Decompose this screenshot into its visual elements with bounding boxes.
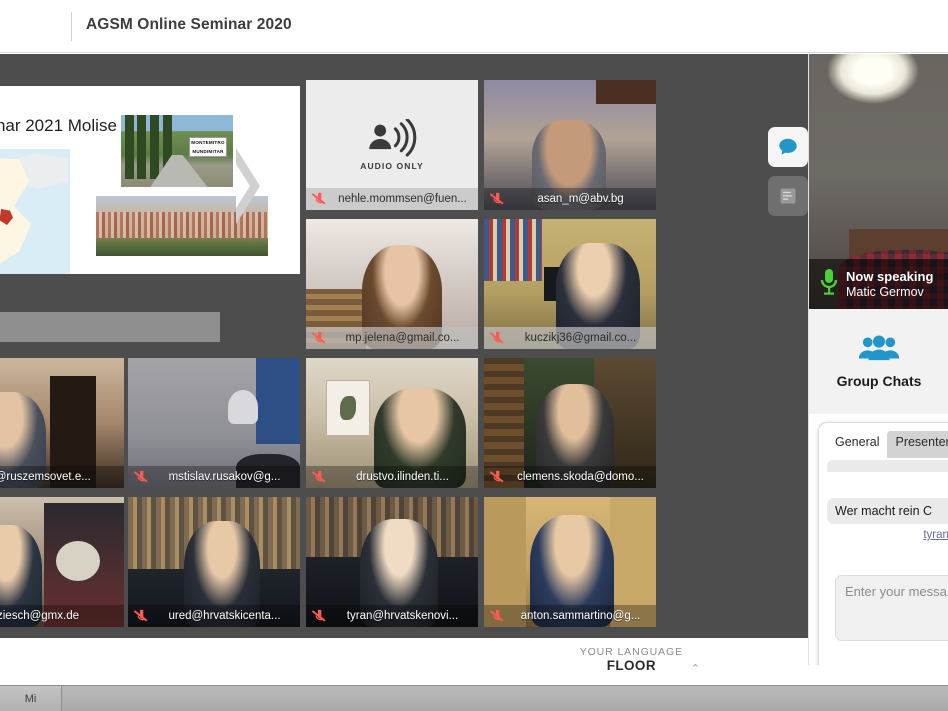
ceiling-lamp [827, 54, 919, 104]
mic-muted-icon [312, 331, 329, 346]
tile-name-label: tyran@hrvatskenovi... [346, 610, 459, 622]
participant-tile[interactable]: tyran@hrvatskenovi... [306, 497, 478, 627]
tile-namebar: mp.jelena@gmail.co... [306, 327, 478, 349]
page-title: AGSM Online Seminar 2020 [86, 16, 292, 33]
audio-only-label: AUDIO ONLY [360, 161, 424, 171]
chat-tabs: General Presenter [827, 431, 948, 458]
participant-tile[interactable]: mp.jelena@gmail.co... [306, 219, 478, 349]
chat-card: General Presenter tyr Wer macht rein C t… [818, 422, 948, 665]
participant-tile[interactable]: ured@hrvatskicenta... [128, 497, 300, 627]
tile-namebar: kuczikj36@gmail.co... [484, 327, 656, 349]
start-button[interactable]: Mi [0, 686, 62, 711]
mic-muted-icon [312, 470, 329, 485]
people-group-icon [858, 334, 900, 366]
group-chats-label: Group Chats [836, 372, 922, 389]
chevron-up-icon[interactable]: ⌃ [691, 662, 700, 675]
mic-muted-icon [134, 609, 151, 624]
group-chats-section[interactable]: Group Chats [809, 309, 948, 414]
active-speaker-video[interactable]: Now speaking Matic Germov [809, 54, 948, 309]
tile-name-label: clemens.skoda@domo... [517, 471, 644, 483]
tile-namebar: fo@ruszemsovet.e... [0, 466, 124, 488]
os-taskbar: Mi [0, 685, 948, 711]
participant-tile[interactable]: ziesch@gmx.de [0, 497, 124, 627]
language-caption: YOUR LANGUAGE [579, 646, 683, 658]
slide-title: minar 2021 Molise [0, 116, 117, 135]
now-speaking-text: Now speaking Matic Germov [846, 269, 948, 300]
conference-stage: minar 2021 Molise MONTEMITRO MUNDIMITAR [0, 54, 948, 638]
participant-tile[interactable]: AUDIO ONLY nehle.mommsen@fuen... [306, 80, 478, 210]
language-selector[interactable]: YOUR LANGUAGE FLOOR [580, 646, 683, 673]
shared-slide[interactable]: minar 2021 Molise MONTEMITRO MUNDIMITAR [0, 86, 300, 274]
slide-frame-block-bottom [0, 312, 220, 342]
tile-namebar: asan_m@abv.bg [484, 188, 656, 210]
app-root: AGSM Online Seminar 2020 minar 2021 Moli… [0, 0, 948, 711]
tile-name-label: ziesch@gmx.de [0, 610, 79, 622]
tile-name-label: ured@hrvatskicenta... [168, 610, 281, 622]
tile-namebar: drustvo.ilinden.ti... [306, 466, 478, 488]
mic-muted-icon [490, 609, 507, 624]
road-photo: MONTEMITRO MUNDIMITAR [121, 115, 233, 187]
tile-name-label: anton.sammartino@g... [520, 610, 641, 622]
now-speaking-label: Now speaking [846, 268, 934, 284]
tab-general[interactable]: General [827, 431, 888, 458]
tile-namebar: ured@hrvatskicenta... [128, 605, 300, 627]
tile-name-label: kuczikj36@gmail.co... [524, 332, 637, 344]
mic-muted-icon [134, 470, 151, 485]
tile-name-label: drustvo.ilinden.ti... [356, 471, 449, 483]
participant-tile[interactable]: kuczikj36@gmail.co... [484, 219, 656, 349]
audio-only-icon [369, 119, 417, 157]
town-sign: MONTEMITRO MUNDIMITAR [189, 137, 227, 157]
microphone-icon [819, 268, 839, 301]
now-speaking-name: Matic Germov [846, 284, 924, 299]
chat-sender[interactable]: tyr [827, 477, 948, 489]
right-sidebar: Now speaking Matic Germov Group Chats Ge… [808, 54, 948, 665]
tile-name-label: nehle.mommsen@fuen... [338, 193, 467, 205]
mic-muted-icon [490, 470, 507, 485]
floating-panel-buttons [768, 127, 808, 225]
language-bar: YOUR LANGUAGE FLOOR ⌃ [0, 638, 808, 684]
tile-namebar: tyran@hrvatskenovi... [306, 605, 478, 627]
tile-namebar: nehle.mommsen@fuen... [306, 188, 478, 210]
participant-tile[interactable]: asan_m@abv.bg [484, 80, 656, 210]
mic-muted-icon [312, 192, 329, 207]
chat-messages: tyr Wer macht rein C tyran@h [819, 458, 948, 541]
italy-map-image [0, 149, 70, 274]
notes-toggle-button[interactable] [768, 176, 808, 216]
tile-name-label: asan_m@abv.bg [537, 193, 624, 205]
tile-name-label: fo@ruszemsovet.e... [0, 471, 91, 483]
participant-tile[interactable]: anton.sammartino@g... [484, 497, 656, 627]
mic-muted-icon [490, 192, 507, 207]
participant-tile[interactable]: mstislav.rusakov@g... [128, 358, 300, 488]
chat-sender[interactable]: tyran@h [827, 529, 948, 541]
participant-tile[interactable]: drustvo.ilinden.ti... [306, 358, 478, 488]
chat-bubble: Wer macht rein C [827, 498, 948, 524]
slide-next-chevron-inner [236, 164, 250, 208]
tile-namebar: mstislav.rusakov@g... [128, 466, 300, 488]
tab-presenter[interactable]: Presenter [887, 431, 948, 458]
tile-namebar: clemens.skoda@domo... [484, 466, 656, 488]
participant-tile[interactable]: clemens.skoda@domo... [484, 358, 656, 488]
tile-namebar: anton.sammartino@g... [484, 605, 656, 627]
chat-bubble-icon [779, 138, 797, 155]
tile-namebar: ziesch@gmx.de [0, 605, 124, 627]
chat-bubble [827, 460, 948, 472]
header-divider [71, 12, 72, 41]
chat-toggle-button[interactable] [768, 127, 808, 167]
chat-input[interactable]: Enter your messa [835, 575, 948, 641]
tile-name-label: mstislav.rusakov@g... [168, 471, 281, 483]
mic-muted-icon [490, 331, 507, 346]
now-speaking-banner: Now speaking Matic Germov [809, 259, 948, 309]
language-value: FLOOR [606, 658, 656, 673]
tile-name-label: mp.jelena@gmail.co... [345, 332, 460, 344]
notes-icon [780, 188, 796, 204]
app-header: AGSM Online Seminar 2020 [0, 0, 948, 53]
participant-tile[interactable]: fo@ruszemsovet.e... [0, 358, 124, 488]
mic-muted-icon [312, 609, 329, 624]
